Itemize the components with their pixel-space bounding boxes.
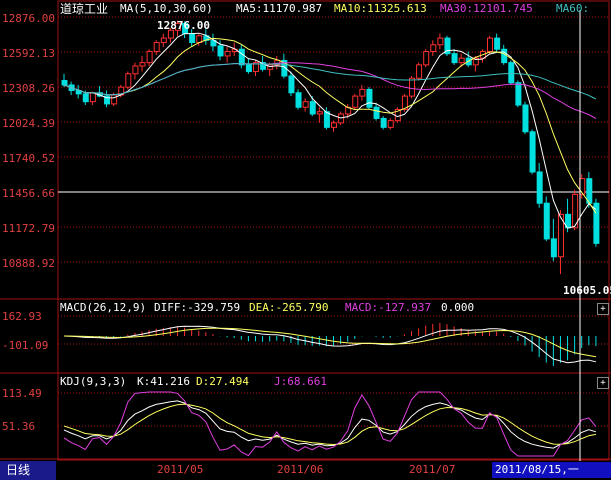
candle-body [323,111,330,128]
candle-body [501,48,508,64]
ma10-value: MA10:11325.613 [334,2,427,15]
ma30-value: MA30:12101.745 [440,2,533,15]
ma-params: MA(5,10,30,60) [120,2,213,15]
macd-tick: -101.09 [2,339,49,352]
candle-body [366,88,373,108]
macd-value: MACD:-127.937 [345,301,432,314]
high-price-marker: 12876.00 [157,19,210,32]
candle-body [288,75,295,94]
candle-body [82,93,89,103]
candle-body [423,50,430,66]
candle-body [359,88,366,97]
chart-frame [57,0,610,461]
kdj-d: D:27.494 [196,375,249,388]
candle-body [238,48,245,66]
date-tick: 2011/07 [409,463,456,476]
macd-dea-line [63,327,596,358]
macd-dea: DEA:-265.790 [249,301,329,314]
price-tick: 12592.13 [2,47,55,60]
candle-body [593,202,600,244]
date-tick: 2011/06 [277,463,324,476]
stock-chart[interactable] [0,0,611,480]
candle-body [338,113,345,124]
kdj-j-line [63,391,597,457]
candle-body [132,65,139,75]
price-tick: 11740.52 [2,152,55,165]
ma60-value: MA60: [556,2,590,15]
candle-body [189,33,196,44]
kdj-k-line [63,400,597,449]
candle-body [373,106,380,119]
kdj-tick: 113.49 [2,387,42,400]
candle-body [451,53,458,64]
candle-body [352,95,359,108]
candle-body [430,44,437,52]
candle-body [494,37,501,50]
candle-body [458,57,465,64]
candle-body [111,94,118,105]
candle-body [409,77,416,97]
period-tab-daily[interactable]: 日线 [0,461,56,480]
price-tick: 12876.00 [2,12,55,25]
candle-body [61,79,68,86]
candle-body [146,50,153,64]
macd-diff-line [63,325,597,364]
kdj-params: KDJ(9,3,3) [60,375,127,388]
price-tick: 12308.26 [2,82,55,95]
index-title: 道琼工业 [60,2,109,16]
candle-body [437,37,444,46]
candle-body [295,92,302,108]
candle-body [536,171,543,204]
candlestick-series [61,20,600,275]
cursor-date-readout: 2011/08/15,一 [492,462,611,478]
candle-body [125,73,132,88]
candle-body [153,42,160,52]
candle-body [139,62,146,67]
candle-body [543,202,550,240]
price-tick: 10888.92 [2,257,55,270]
macd-zero: 0.000 [441,301,475,314]
candle-body [160,37,167,44]
candle-body [331,122,337,128]
ma5-value: MA5:11170.987 [236,2,323,15]
candle-body [522,104,529,133]
candle-body [309,101,316,115]
low-price-marker: 10605.05 [563,284,611,297]
kdj-k: K:41.216 [137,375,190,388]
candle-body [217,45,224,57]
price-tick: 12024.39 [2,117,55,130]
candle-body [416,64,423,79]
kdj-j: J:68.661 [274,375,327,388]
kdj-expand-icon[interactable]: + [597,377,609,389]
candle-body [224,50,231,57]
candle-body [515,82,522,106]
date-tick: 2011/05 [157,463,204,476]
macd-chart [63,322,597,366]
kdj-chart [63,391,597,457]
kdj-tick: 51.36 [2,420,36,433]
candle-body [316,111,323,115]
price-tick: 11172.79 [2,222,55,235]
macd-tick: 162.93 [2,310,42,323]
candle-body [586,178,593,204]
candle-body [550,238,557,258]
macd-params: MACD(26,12,9) [60,301,147,314]
candle-body [89,92,96,103]
macd-expand-icon[interactable]: + [597,303,609,315]
candle-body [245,64,252,73]
price-tick: 11456.66 [2,187,55,200]
candle-body [529,131,536,173]
candle-body [387,120,394,128]
candle-body [302,101,309,108]
candle-body [487,37,494,52]
candle-body [380,117,387,128]
candle-body [508,62,515,84]
macd-diff: DIFF:-329.759 [154,301,241,314]
